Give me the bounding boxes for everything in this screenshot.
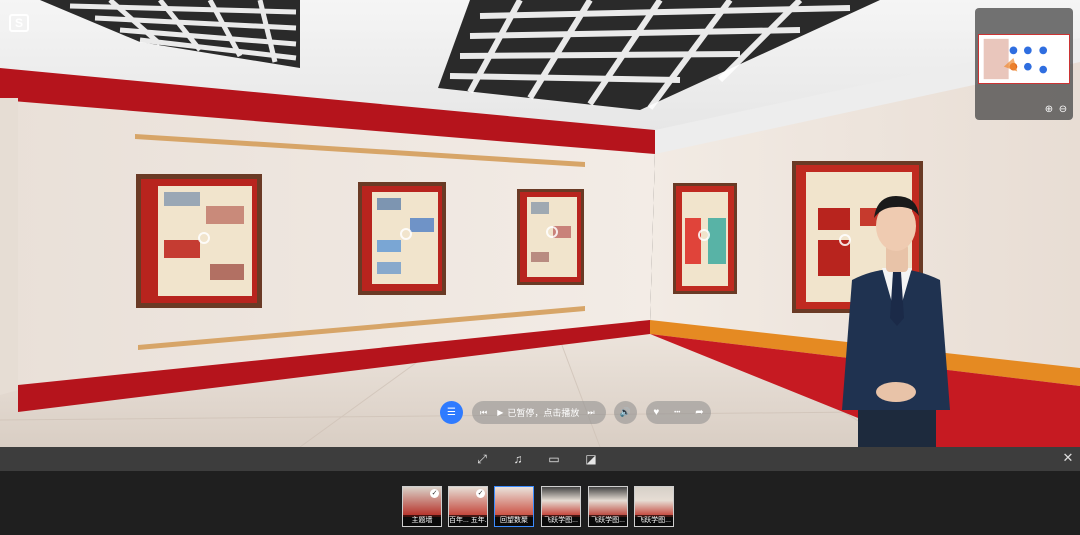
next-track-icon[interactable]: ⏭	[587, 408, 594, 418]
scene-thumbnail[interactable]: ✓ 百年... 五年...	[448, 486, 488, 527]
thumbnail-image	[542, 487, 580, 517]
zoom-out-icon[interactable]: ⊖	[1057, 104, 1069, 116]
exhibit-panel-2[interactable]	[358, 182, 446, 295]
share-icon[interactable]: ➦	[695, 407, 703, 418]
vr-icon[interactable]: ▭	[546, 451, 562, 467]
audio-player-bar[interactable]: ⏮ ▶ 已暂停，点击播放 ⏭	[472, 401, 606, 424]
scene-thumbnail[interactable]: ✓ 主题墙	[402, 486, 442, 527]
scene-label: 主题墙	[403, 515, 441, 526]
guide-controls: ☰ ⏮ ▶ 已暂停，点击播放 ⏭ 🔊 ♥ ••• ➦	[0, 401, 1080, 425]
exhibit-panel-4[interactable]	[673, 183, 737, 294]
close-icon[interactable]: ✕	[1060, 450, 1076, 466]
scene-label: 飞跃学图...	[542, 515, 580, 526]
scene-thumbnail-strip: ✓ 主题墙 ✓ 百年... 五年... 回望数聚 飞跃学图... 飞跃学图...…	[0, 471, 1080, 535]
minimap-panel[interactable]: ⊕ ⊖	[975, 8, 1073, 120]
exhibition-hall-scene[interactable]	[0, 0, 1080, 447]
music-icon[interactable]: ♫	[510, 451, 526, 467]
comment-icon[interactable]: •••	[674, 410, 680, 416]
player-status-text: 已暂停，点击播放	[507, 408, 580, 418]
prev-track-icon[interactable]: ⏮	[480, 408, 487, 418]
checked-icon: ✓	[430, 489, 439, 498]
fullscreen-icon[interactable]: ⤢	[474, 451, 490, 467]
thumbnail-image	[495, 487, 533, 517]
speaker-icon: 🔊	[619, 407, 632, 417]
playlist-button[interactable]: ☰	[440, 401, 463, 424]
thumbnail-image	[635, 487, 673, 517]
thumbnail-image	[589, 487, 627, 517]
gyro-icon[interactable]: ◪	[583, 451, 599, 467]
checked-icon: ✓	[476, 489, 485, 498]
scene-info-button[interactable]: S	[4, 8, 34, 38]
scene-label: 百年... 五年...	[449, 515, 487, 526]
scene-label: 飞跃学图...	[635, 515, 673, 526]
scene-thumbnail[interactable]: 飞跃学图...	[634, 486, 674, 527]
scene-label: 回望数聚	[495, 515, 533, 526]
minimap-floorplan[interactable]	[978, 34, 1070, 84]
panorama-viewer: S ⊕ ⊖ ☰ ⏮ ▶ 已暂停，点击播放 ⏭ 🔊 ♥ ••• ➦ ⤢ ♫ ▭ ◪…	[0, 0, 1080, 535]
scene-thumbnail[interactable]: 飞跃学图...	[588, 486, 628, 527]
scene-thumbnail[interactable]: 飞跃学图...	[541, 486, 581, 527]
zoom-in-icon[interactable]: ⊕	[1043, 104, 1055, 116]
view-toolbar: ⤢ ♫ ▭ ◪ ✕	[0, 447, 1080, 471]
scene-thumbnail-active[interactable]: 回望数聚	[494, 486, 534, 527]
like-icon[interactable]: ♥	[653, 407, 659, 418]
play-icon[interactable]: ▶	[497, 408, 503, 417]
social-actions-bar: ♥ ••• ➦	[646, 401, 711, 424]
sound-button[interactable]: 🔊	[614, 401, 637, 424]
list-icon: ☰	[447, 407, 456, 418]
scene-label: 飞跃学图...	[589, 515, 627, 526]
